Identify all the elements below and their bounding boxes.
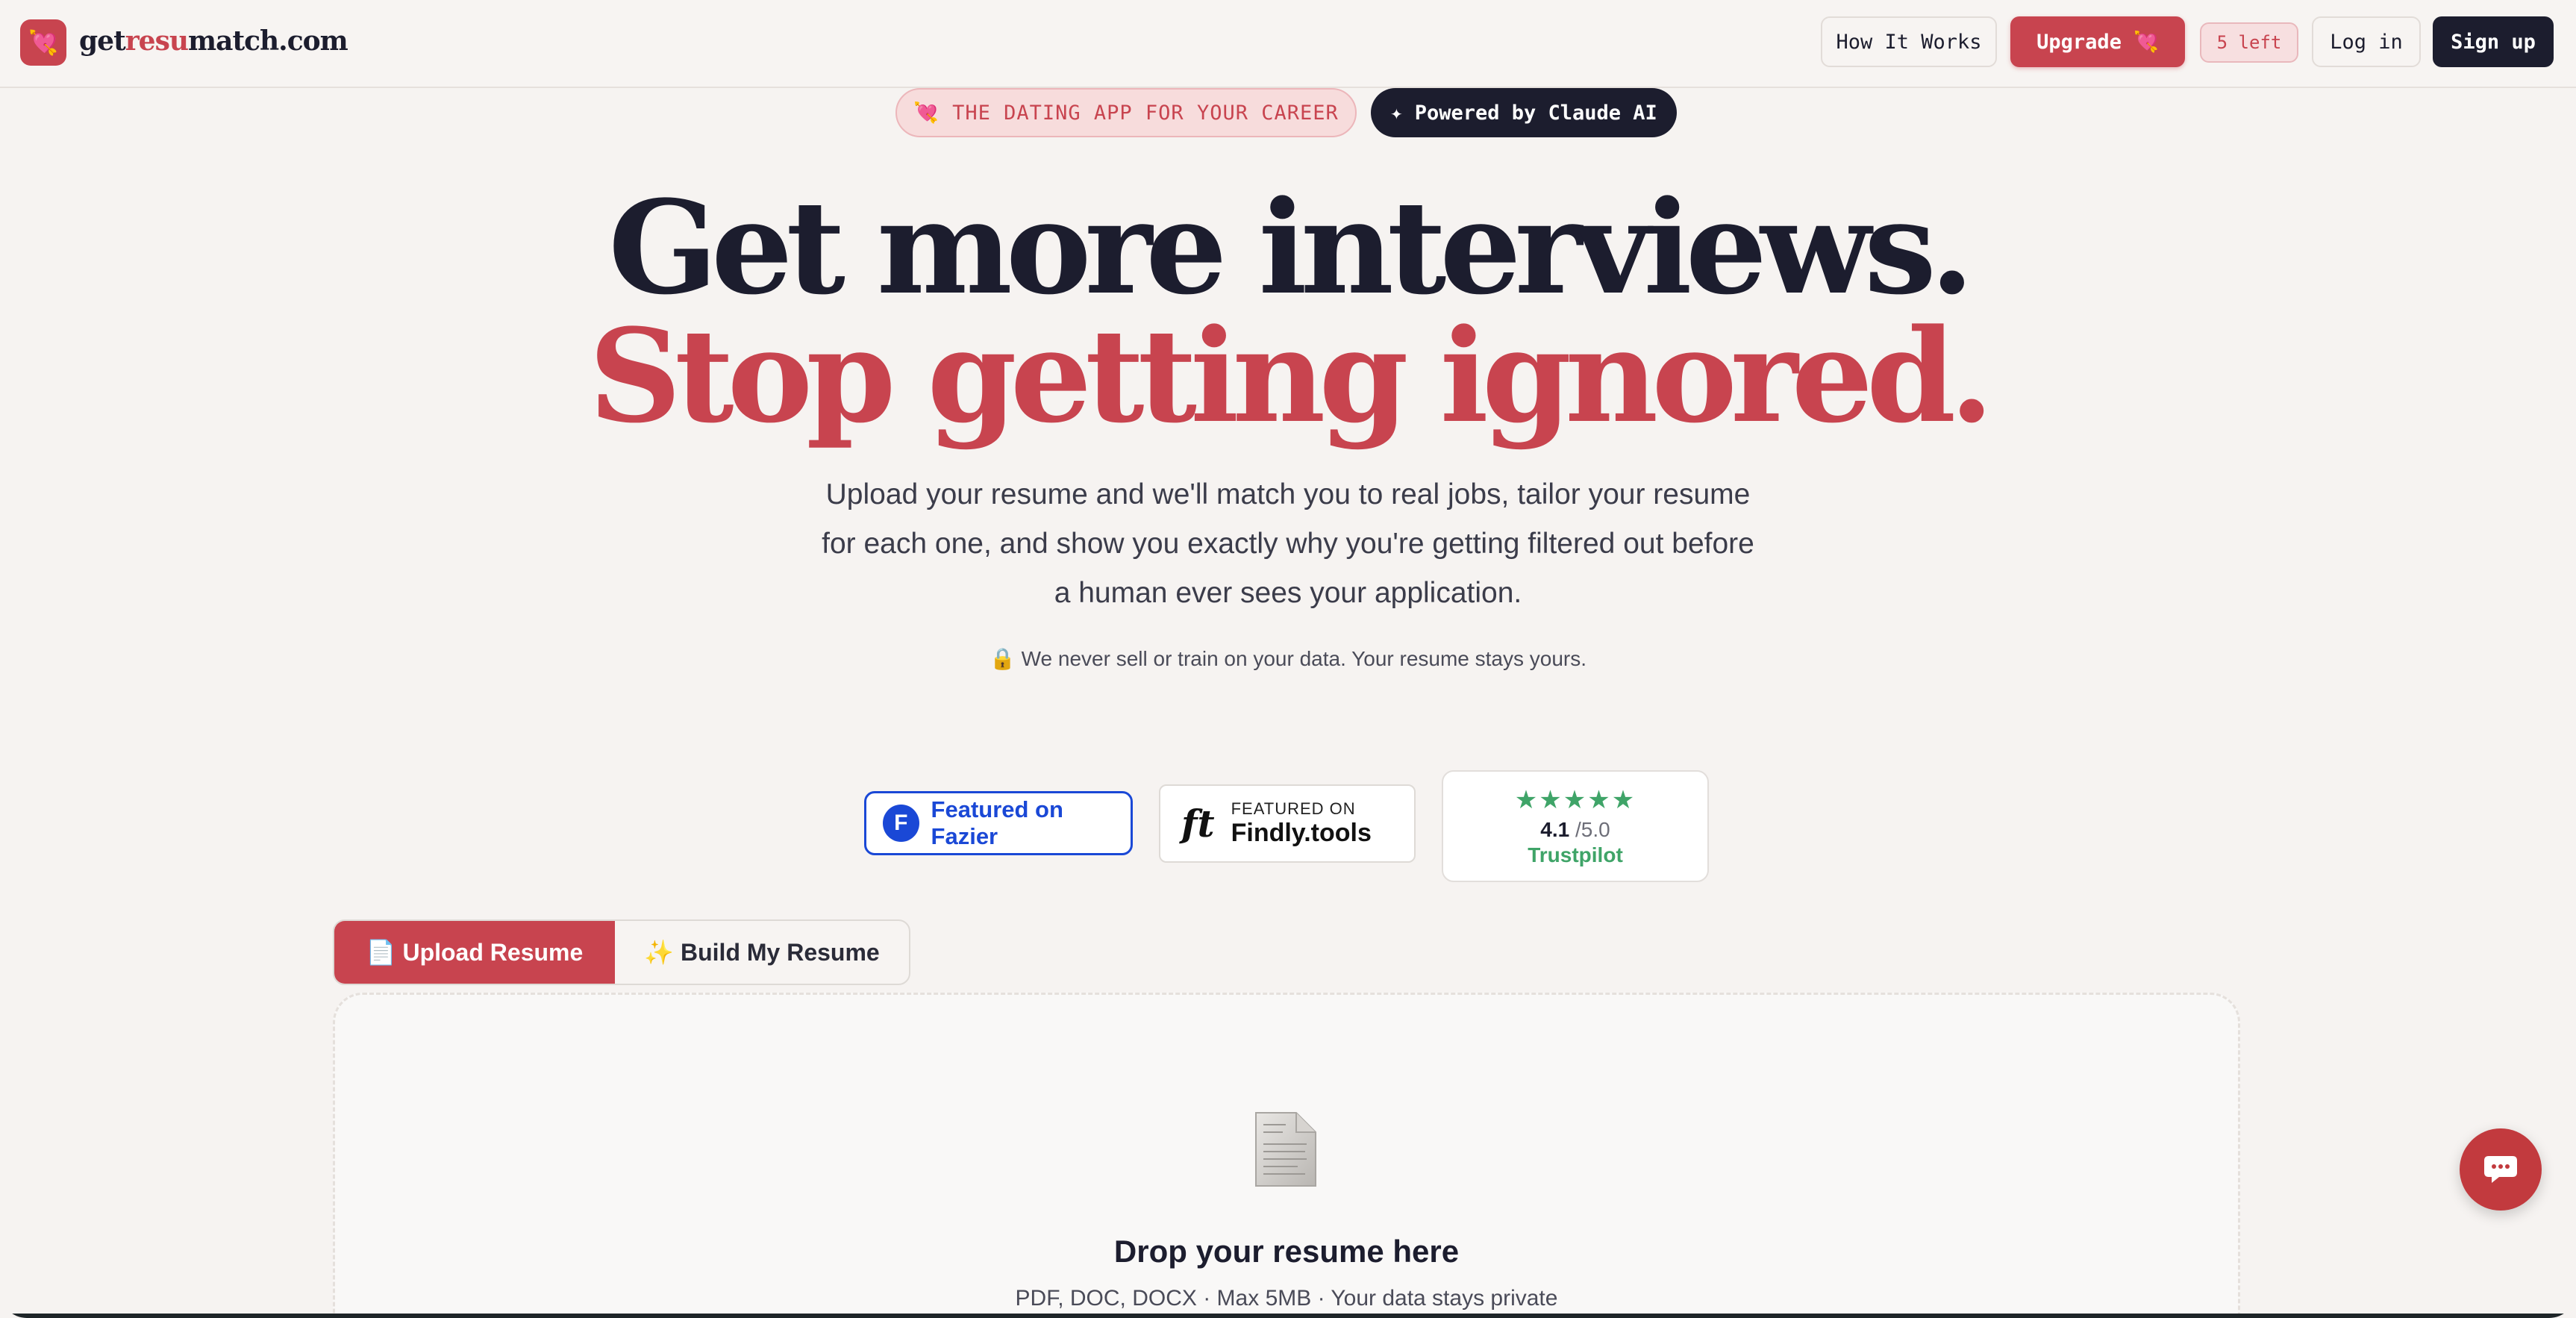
- chat-bubble-icon: [2484, 1156, 2517, 1183]
- hero-headline-line2: Stop getting ignored.: [588, 300, 1994, 452]
- tab-build-resume[interactable]: ✨ Build My Resume: [615, 921, 909, 984]
- resume-dropzone[interactable]: Drop your resume here PDF, DOC, DOCX · M…: [333, 993, 2240, 1318]
- fazier-label: Featured on Fazier: [931, 796, 1063, 849]
- signup-button[interactable]: Sign up: [2433, 16, 2554, 67]
- tagline-pill: 💘 THE DATING APP FOR YOUR CAREER: [895, 88, 1357, 137]
- logo-wordmark[interactable]: getresumatch.com: [79, 25, 348, 57]
- findly-featured-label: FEATURED ON: [1231, 799, 1356, 818]
- rating-value: 4.1 /5.0: [1443, 818, 1707, 842]
- trustpilot-label: Trustpilot: [1528, 843, 1623, 866]
- logo-icon[interactable]: 💘: [20, 19, 66, 66]
- powered-by-pill: ✦ Powered by Claude AI: [1371, 88, 1677, 137]
- credits-remaining-badge: 5 left: [2200, 22, 2298, 63]
- fazier-badge[interactable]: F Featured on Fazier: [864, 791, 1133, 855]
- window-bottom-edge: [0, 1314, 2576, 1318]
- rating-stars-icon: ★★★★★: [1514, 786, 1636, 814]
- logo-part-resu: resu: [125, 25, 189, 57]
- findly-logo-icon: ft: [1181, 802, 1215, 846]
- document-icon: [1255, 1112, 1316, 1187]
- login-button[interactable]: Log in: [2312, 16, 2421, 67]
- hero-headline-line1: Get more interviews.: [608, 172, 1975, 323]
- fazier-logo-icon: F: [883, 805, 919, 842]
- mode-tabs: 📄 Upload Resume ✨ Build My Resume: [333, 919, 910, 985]
- rating-score: 4.1: [1540, 818, 1570, 841]
- dropzone-title: Drop your resume here: [1113, 1234, 1460, 1269]
- privacy-note: 🔒 We never sell or train on your data. Y…: [989, 647, 1587, 670]
- page: 💘 getresumatch.com How It Works Upgrade …: [0, 0, 2576, 1318]
- findly-badge[interactable]: ft FEATURED ON Findly.tools: [1159, 784, 1416, 863]
- rating-scale: /5.0: [1575, 818, 1610, 841]
- tab-upload-resume[interactable]: 📄 Upload Resume: [334, 921, 615, 984]
- logo-part-get: get: [79, 25, 126, 57]
- top-nav: 💘 getresumatch.com How It Works Upgrade …: [0, 0, 2576, 88]
- how-it-works-button[interactable]: How It Works: [1821, 16, 1997, 67]
- chat-button[interactable]: [2460, 1128, 2542, 1211]
- findly-name: Findly.tools: [1231, 819, 1372, 847]
- dropzone-subtitle: PDF, DOC, DOCX · Max 5MB · Your data sta…: [1015, 1286, 1558, 1311]
- upgrade-button[interactable]: Upgrade 💘: [2010, 16, 2185, 67]
- trustpilot-badge[interactable]: ★★★★★ 4.1 /5.0 Trustpilot: [1442, 770, 1709, 882]
- hero-subtitle: Upload your resume and we'll match you t…: [822, 478, 1754, 609]
- logo-part-match: match.com: [188, 25, 348, 57]
